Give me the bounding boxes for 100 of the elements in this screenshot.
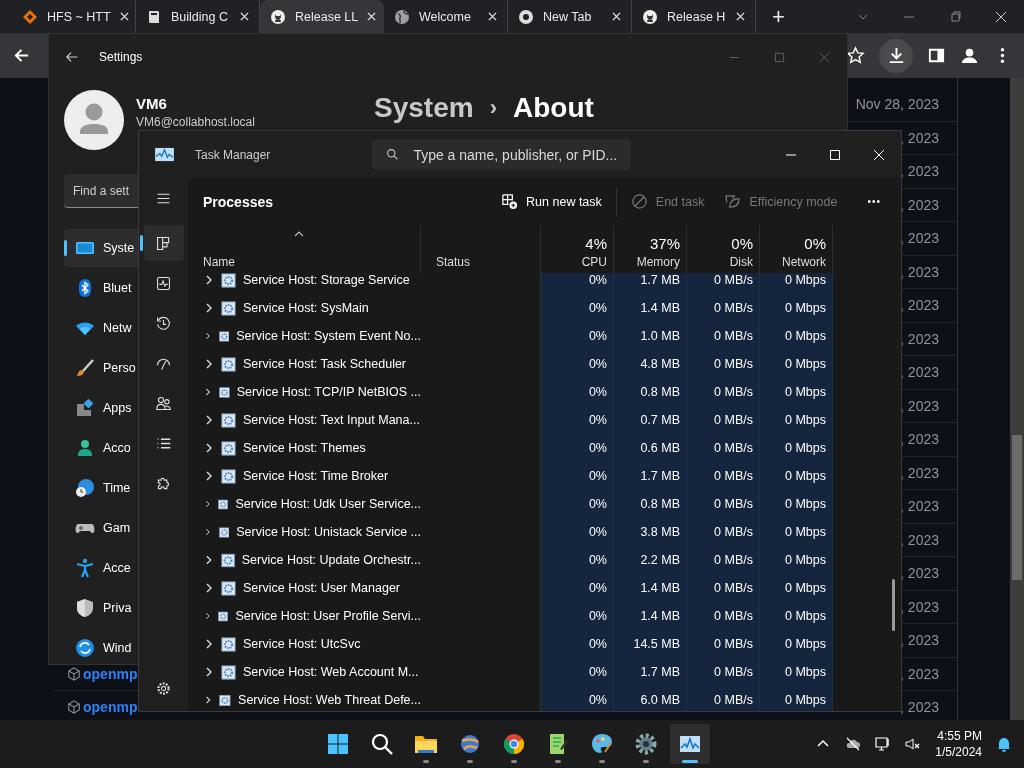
metric-value: 0 MB/s	[714, 441, 753, 455]
process-row[interactable]: Service Host: Text Input Mana... 0% 0.7 MB 0 MB/s 0 Mbps	[188, 406, 901, 434]
date-text: , 2023	[900, 330, 939, 347]
date-text: , 2023	[900, 196, 939, 213]
new-tab-button[interactable]: +	[766, 3, 791, 30]
metric-value: 0 Mbps	[785, 609, 826, 623]
nav-item[interactable]: Acce	[64, 549, 138, 587]
process-row[interactable]: Service Host: SysMain 0% 1.4 MB 0 MB/s 0 Mbps	[188, 294, 901, 322]
column-label: Status	[436, 255, 472, 269]
process-name: Service Host: SysMain	[243, 301, 369, 315]
process-row[interactable]: Service Host: Themes 0% 0.6 MB 0 MB/s 0 Mbps	[188, 434, 901, 462]
process-row[interactable]: Service Host: Storage Service 0% 1.7 MB 0 MB/s 0 Mbps	[188, 273, 901, 294]
metric-value: 0%	[588, 525, 607, 539]
date-text: , 2023	[900, 263, 939, 280]
nav-item[interactable]: Gam	[64, 509, 138, 547]
process-row[interactable]: Service Host: System Event No... 0% 1.0 MB 0 MB/s 0 Mbps	[188, 322, 901, 350]
metric-value: 0 MB/s	[714, 525, 753, 539]
tab-title: Release H	[667, 9, 726, 24]
breadcrumb-link[interactable]: System	[374, 92, 474, 124]
nav-item[interactable]: Syste	[64, 229, 138, 267]
metric-value: 0 MB/s	[714, 385, 753, 399]
nav-item[interactable]: Acco	[64, 429, 138, 467]
metric-value: 0%	[588, 553, 607, 567]
browser-tab[interactable]: Release LL	[260, 0, 384, 33]
process-name: Service Host: Time Broker	[243, 469, 389, 483]
metric-value: 0 Mbps	[785, 301, 826, 315]
column-header[interactable]: Status	[421, 225, 541, 273]
tab-title: Building C	[171, 9, 228, 24]
process-row[interactable]: Service Host: Update Orchestr... 0% 2.2 MB 0 MB/s 0 Mbps	[188, 546, 901, 574]
process-row[interactable]: Service Host: Unistack Service ... 0% 3.8 MB 0 MB/s 0 Mbps	[188, 518, 901, 546]
process-name: Service Host: User Profile Servi...	[235, 609, 421, 623]
page-title: Processes	[203, 193, 274, 210]
metric-value: 0 MB/s	[714, 469, 753, 483]
metric-value: 14.5 MB	[633, 637, 680, 651]
process-row[interactable]: Service Host: Time Broker 0% 1.7 MB 0 MB/s 0 Mbps	[188, 462, 901, 490]
nav-item[interactable]: Perso	[64, 349, 138, 387]
nav-item[interactable]: Wind	[64, 629, 138, 667]
metric-value: 1.7 MB	[640, 665, 680, 679]
date-text: , 2023	[900, 163, 939, 180]
metric-value: 0 Mbps	[785, 665, 826, 679]
metric-value: 0%	[588, 609, 607, 623]
metric-value: 0 MB/s	[714, 497, 753, 511]
nav-item[interactable]: Priva	[64, 589, 138, 627]
date-text: , 2023	[900, 498, 939, 515]
toolbar-button[interactable]: Run new task	[495, 187, 608, 216]
clock-date: 1/5/2024	[935, 744, 982, 760]
metric-value: 0%	[588, 637, 607, 651]
metric-value: 0 MB/s	[714, 413, 753, 427]
metric-value: 0 MB/s	[714, 357, 753, 371]
nav-item[interactable]: Apps	[64, 389, 138, 427]
nav-item[interactable]: Netw	[64, 309, 138, 347]
metric-value: 0 Mbps	[785, 441, 826, 455]
metric-value: 0 Mbps	[785, 469, 826, 483]
date-text: , 2023	[900, 464, 939, 481]
file-link[interactable]: openmp	[83, 699, 138, 716]
metric-value: 0%	[588, 413, 607, 427]
metric-value: 0 Mbps	[785, 329, 826, 343]
column-label: Name	[203, 255, 236, 269]
process-name: Service Host: System Event No...	[236, 329, 421, 343]
nav-item[interactable]: Time	[64, 469, 138, 507]
metric-value: 3.8 MB	[640, 525, 680, 539]
metric-value: 0 Mbps	[785, 581, 826, 595]
process-row[interactable]: Service Host: Udk User Service... 0% 0.8 MB 0 MB/s 0 Mbps	[188, 490, 901, 518]
metric-value: 0%	[588, 441, 607, 455]
search-field[interactable]: Type a name, publisher, or PID...	[372, 139, 632, 170]
metric-value: 0 Mbps	[785, 693, 826, 707]
process-name: Service Host: User Manager	[243, 581, 400, 595]
process-row[interactable]: Service Host: Web Account M... 0% 1.7 MB 0 MB/s 0 Mbps	[188, 658, 901, 686]
clock[interactable]: 4:55 PM 1/5/2024	[935, 728, 982, 760]
process-row[interactable]: Service Host: TCP/IP NetBIOS ... 0% 0.8 MB 0 MB/s 0 Mbps	[188, 378, 901, 406]
date-text: , 2023	[900, 364, 939, 381]
date-text: , 2023	[900, 632, 939, 649]
metric-value: 0 Mbps	[785, 273, 826, 287]
metric-value: 0%	[588, 357, 607, 371]
process-row[interactable]: Service Host: Task Scheduler 0% 4.8 MB 0 MB/s 0 Mbps	[188, 350, 901, 378]
process-name: Service Host: TCP/IP NetBIOS ...	[236, 385, 421, 399]
process-row[interactable]: Service Host: UtcSvc 0% 14.5 MB 0 MB/s 0 Mbps	[188, 630, 901, 658]
file-link[interactable]: openmp	[83, 665, 138, 682]
date-text: , 2023	[900, 297, 939, 314]
column-total: 0%	[731, 235, 753, 252]
date-text: Nov 28, 2023	[855, 96, 939, 113]
metric-value: 0 MB/s	[714, 581, 753, 595]
date-text: , 2023	[900, 230, 939, 247]
search-field[interactable]: Find a sett	[64, 174, 138, 208]
nav-item[interactable]: Bluet	[64, 269, 138, 307]
process-name: Service Host: Themes	[243, 441, 366, 455]
process-name: Service Host: Udk User Service...	[235, 497, 421, 511]
metric-value: 2.2 MB	[640, 553, 680, 567]
date-text: , 2023	[900, 565, 939, 582]
metric-value: 0 Mbps	[785, 385, 826, 399]
process-row[interactable]: Service Host: User Profile Servi... 0% 1.4 MB 0 MB/s 0 Mbps	[188, 602, 901, 630]
process-row[interactable]: Service Host: Web Threat Defe... 0% 6.0 MB 0 MB/s 0 Mbps	[188, 686, 901, 711]
column-label: CPU	[581, 255, 607, 269]
more-button[interactable]: •••	[863, 192, 885, 211]
page-title: About	[512, 92, 594, 124]
process-row[interactable]: Service Host: User Manager 0% 1.4 MB 0 MB/s 0 Mbps	[188, 574, 901, 602]
metric-value: 1.4 MB	[640, 301, 680, 315]
metric-value: 0 MB/s	[714, 273, 753, 287]
breadcrumb-separator: ›	[489, 95, 497, 121]
metric-value: 0 Mbps	[785, 357, 826, 371]
